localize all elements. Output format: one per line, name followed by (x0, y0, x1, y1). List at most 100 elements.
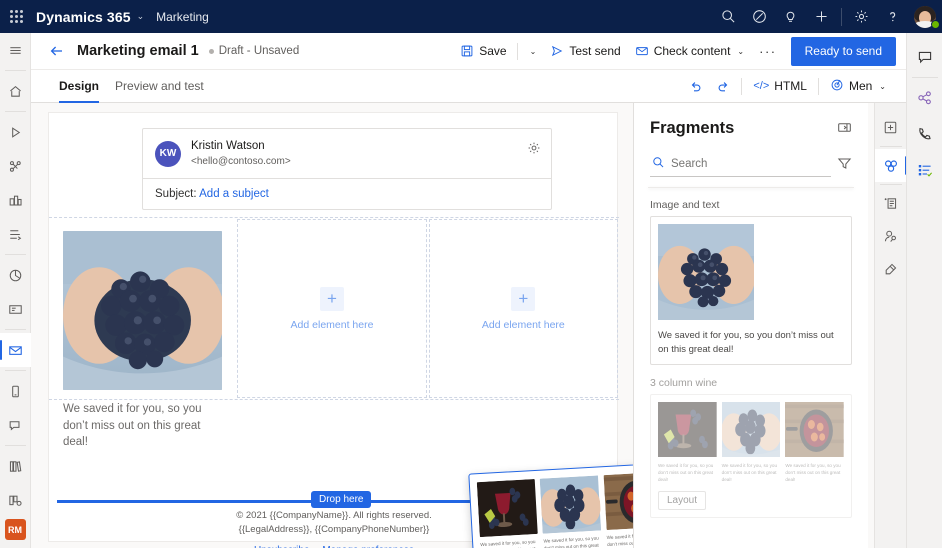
sidebar-item-recent[interactable] (0, 115, 31, 149)
settings-gear-icon[interactable] (846, 0, 877, 33)
tool-styles[interactable] (875, 253, 907, 286)
avatar[interactable] (908, 0, 942, 33)
relationship-assistant-icon[interactable] (907, 80, 942, 116)
fragment-card-image-and-text[interactable]: We saved it for you, so you don’t miss o… (650, 216, 852, 365)
undo-icon[interactable] (682, 73, 708, 99)
designer-tools: </> HTML Men ⌄ (682, 73, 892, 99)
chevron-down-icon: ⌄ (879, 81, 886, 91)
brand-chevron-down-icon[interactable]: ⌄ (137, 11, 145, 22)
sidebar-item-marketing-email[interactable] (0, 333, 31, 367)
email-column-placeholder-2[interactable]: + Add element here (428, 219, 618, 398)
panel-header: Fragments (634, 103, 868, 152)
email-column-image-text[interactable]: We saved it for you, so you don’t miss o… (49, 218, 236, 448)
fragment-cell: We saved it for you, so you don’t miss o… (785, 401, 845, 483)
add-subject-link[interactable]: Add a subject (199, 188, 269, 200)
filter-icon[interactable] (837, 156, 852, 174)
message-header-card[interactable]: KW Kristin Watson <hello@contoso.com> Su… (142, 128, 552, 211)
dragged-fragment-ghost[interactable]: We saved it for you, so you don’t miss o… (468, 462, 633, 548)
help-icon[interactable] (877, 0, 908, 33)
brand-name[interactable]: Dynamics 365 (36, 9, 131, 25)
ghost-cell: We saved it for you, so you don’t miss o… (476, 478, 540, 548)
app-launcher-icon[interactable] (0, 0, 32, 33)
sidebar-item-customers[interactable] (0, 183, 31, 217)
ghost-cell-text: We saved it for you, so you don’t miss o… (606, 532, 633, 547)
chevron-down-icon: ⌄ (737, 46, 745, 56)
sidebar-item-pinned[interactable] (0, 149, 31, 183)
save-options-button[interactable]: ⌄ (521, 37, 544, 65)
sidebar-item-text-messages[interactable] (0, 408, 31, 442)
menu-toggle-icon[interactable] (0, 33, 31, 67)
tools-divider (741, 77, 743, 95)
email-canvas[interactable]: KW Kristin Watson <hello@contoso.com> Su… (31, 103, 633, 548)
sender-details: Kristin Watson <hello@contoso.com> (191, 139, 291, 168)
mulled-wine-pot-image (785, 401, 845, 457)
sidebar-item-content-cards[interactable] (0, 292, 31, 326)
ghost-cell-text: We saved it for you, so you don’t miss o… (480, 539, 536, 548)
tab-preview-and-test[interactable]: Preview and test (107, 70, 212, 103)
tools-divider (817, 77, 819, 95)
diagnostics-icon[interactable] (744, 0, 775, 33)
sidebar-item-push-notifications[interactable] (0, 374, 31, 408)
search-field[interactable] (650, 152, 831, 177)
rail-divider (4, 370, 26, 371)
search-input[interactable] (671, 158, 829, 170)
lightbulb-icon[interactable] (775, 0, 806, 33)
overflow-menu-button[interactable]: ··· (751, 44, 785, 59)
save-label: Save (479, 44, 507, 58)
menu-label: Men (848, 79, 873, 93)
unsubscribe-link[interactable]: Unsubscribe (254, 545, 310, 548)
save-button[interactable]: Save (453, 37, 513, 65)
search-icon (652, 156, 665, 172)
gear-icon[interactable] (527, 141, 541, 158)
activities-icon[interactable] (907, 152, 942, 188)
add-element-icon[interactable]: + (319, 286, 344, 311)
add-icon[interactable] (806, 0, 837, 33)
subject-row[interactable]: Subject: Add a subject (143, 178, 551, 209)
rail-divider (4, 111, 26, 112)
add-element-icon[interactable]: + (511, 286, 536, 311)
tool-elements[interactable] (875, 111, 907, 144)
user-badge[interactable]: RM (4, 519, 26, 540)
tab-design[interactable]: Design (45, 70, 107, 103)
ready-to-send-button[interactable]: Ready to send (790, 36, 896, 66)
panel-title: Fragments (650, 119, 735, 137)
call-icon[interactable] (907, 116, 942, 152)
collapse-panel-icon[interactable] (837, 120, 852, 138)
command-bar: Save ⌄ Test send Check content ⌄ ··· Rea… (453, 36, 896, 66)
presence-available-badge (931, 20, 940, 29)
fragment-layout-tag[interactable]: Layout (658, 490, 707, 510)
suite-actions (713, 0, 942, 33)
grapes-in-hands-image (721, 401, 781, 457)
sidebar-item-templates[interactable] (0, 483, 31, 517)
drop-here-badge: Drop here (311, 491, 372, 508)
chat-icon[interactable] (907, 39, 942, 75)
suite-divider (841, 7, 842, 26)
status-badge: Draft - Unsaved (208, 45, 299, 57)
tool-layouts[interactable] (875, 187, 907, 220)
back-arrow-icon[interactable] (45, 39, 69, 63)
sidebar-item-library[interactable] (0, 449, 31, 483)
html-button[interactable]: </> HTML (747, 73, 813, 99)
add-element-label: Add element here (481, 318, 565, 331)
sender-row: KW Kristin Watson <hello@contoso.com> (143, 129, 551, 178)
email-column-placeholder-1[interactable]: + Add element here (237, 219, 427, 398)
test-send-button[interactable]: Test send (543, 37, 627, 65)
sidebar-item-home[interactable] (0, 74, 31, 108)
tool-fragments[interactable] (874, 149, 908, 182)
check-content-icon (635, 44, 649, 58)
manage-preferences-link[interactable]: Manage preferences (322, 545, 414, 548)
sender-avatar: KW (155, 140, 181, 167)
fragment-card-3-column-wine[interactable]: We saved it for you, so you don’t miss o… (650, 393, 852, 518)
check-content-button[interactable]: Check content ⌄ (628, 37, 751, 65)
grapes-in-hands-image (540, 475, 602, 534)
sidebar-item-analytics[interactable] (0, 258, 31, 292)
menu-button[interactable]: Men ⌄ (824, 73, 892, 99)
mulled-wine-pot-image (603, 471, 633, 531)
tool-personalization[interactable] (875, 220, 907, 253)
sidebar-item-journeys[interactable] (0, 217, 31, 251)
redo-icon[interactable] (710, 73, 736, 99)
search-icon[interactable] (713, 0, 744, 33)
fragments-list[interactable]: Image and text We saved it for you, so y… (634, 188, 868, 518)
email-body-section[interactable]: We saved it for you, so you don’t miss o… (49, 217, 619, 448)
fragment-card-columns: We saved it for you, so you don’t miss o… (658, 401, 845, 483)
